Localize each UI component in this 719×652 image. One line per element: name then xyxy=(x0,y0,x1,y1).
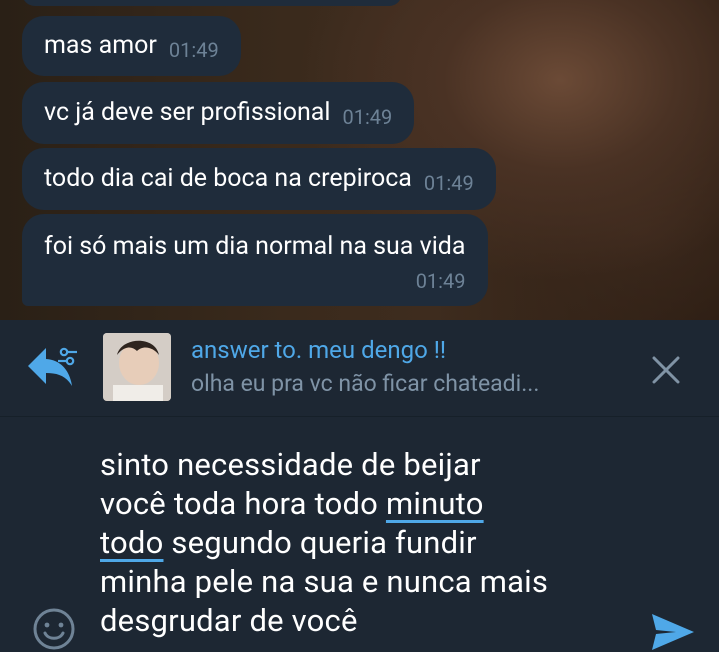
close-icon[interactable] xyxy=(650,354,682,386)
reply-preview-text: olha eu pra vc não ficar chateadi... xyxy=(191,370,540,397)
input-line: minha pele na sua e nunca mais xyxy=(100,563,549,600)
message-bubble[interactable]: vc já deve ser profissional 01:49 xyxy=(22,82,415,144)
input-text-segment: segundo queria fundir xyxy=(163,524,477,561)
message-time: 01:49 xyxy=(423,171,474,195)
message-text: todo dia cai de boca na crepiroca xyxy=(44,164,412,193)
spellcheck-word[interactable]: todo xyxy=(100,524,163,561)
input-line: todo segundo queria fundir xyxy=(100,523,640,562)
message-text: foi só mais um dia normal na sua vida xyxy=(44,232,466,261)
message-input[interactable]: sinto necessidade de beijar você toda ho… xyxy=(100,445,640,640)
message-composer[interactable]: sinto necessidade de beijar você toda ho… xyxy=(0,417,719,652)
input-line: sinto necessidade de beijar xyxy=(100,446,481,483)
input-text-segment: você toda hora todo xyxy=(100,485,386,522)
reply-preview-bar: answer to. meu dengo !! olha eu pra vc n… xyxy=(0,320,719,417)
reply-title: answer to. meu dengo !! xyxy=(191,336,447,364)
message-bubble[interactable]: mas amor 01:49 xyxy=(22,16,241,76)
message-time: 01:49 xyxy=(168,38,219,62)
reply-thumbnail-image xyxy=(103,333,171,401)
input-line: desgrudar de você xyxy=(100,602,358,639)
reply-arrow-icon xyxy=(28,347,77,386)
message-bubble[interactable]: todo dia cai de boca na crepiroca 01:49 xyxy=(22,148,496,210)
emoji-icon[interactable] xyxy=(32,607,76,651)
message-text: mas amor xyxy=(44,31,157,60)
message-time: 01:49 xyxy=(415,269,466,293)
spellcheck-word[interactable]: minuto xyxy=(386,485,484,522)
chat-history[interactable]: mas amor 01:49 vc já deve ser profission… xyxy=(0,0,719,320)
message-bubble-partial xyxy=(22,0,402,6)
input-line: você toda hora todo minuto xyxy=(100,484,640,523)
send-icon[interactable] xyxy=(650,612,696,652)
message-text: vc já deve ser profissional xyxy=(44,98,331,127)
message-time: 01:49 xyxy=(342,105,393,129)
message-bubble[interactable]: foi só mais um dia normal na sua vida 01… xyxy=(22,214,488,306)
